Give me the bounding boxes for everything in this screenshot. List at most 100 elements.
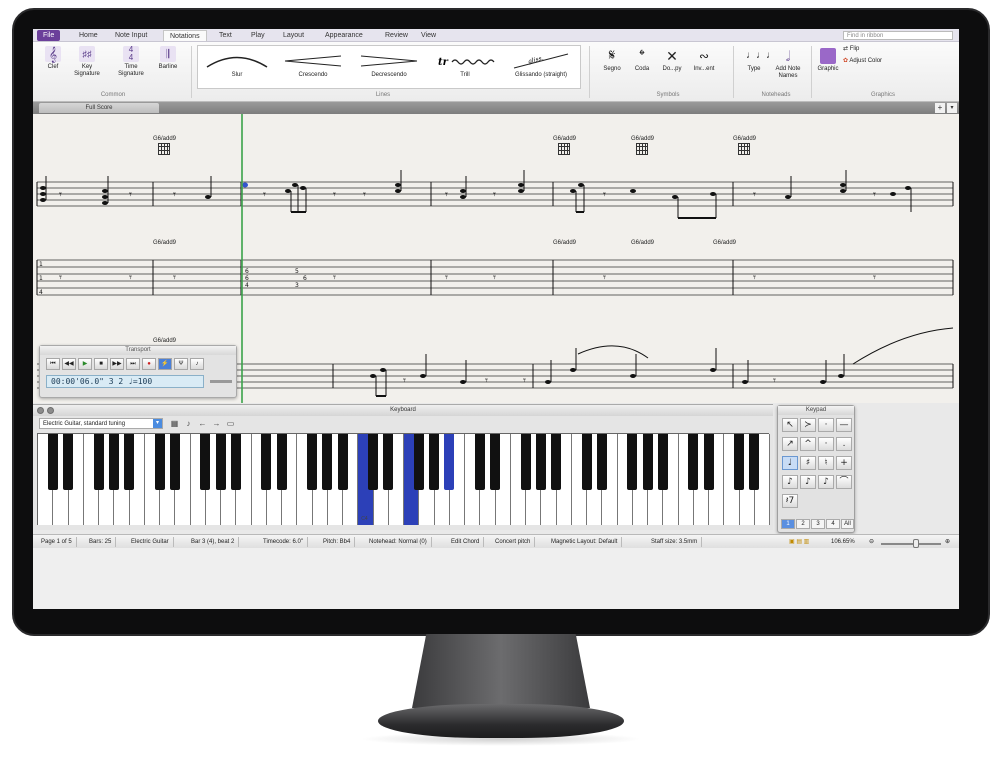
keypad-key[interactable]: + <box>836 456 852 470</box>
metronome-button[interactable]: ♪ <box>190 358 204 370</box>
keypad-key[interactable]: ♪ <box>818 475 834 489</box>
status-concert-pitch[interactable]: Concert pitch <box>491 537 536 547</box>
piano-black-key[interactable] <box>261 434 272 490</box>
live-playback-button[interactable]: ⚡ <box>158 358 172 370</box>
status-magnetic-layout[interactable]: Magnetic Layout: Default <box>547 537 623 547</box>
tab-play[interactable]: Play <box>245 30 271 41</box>
keypad-key[interactable]: . <box>836 437 852 451</box>
tab-review[interactable]: Review <box>379 30 414 41</box>
status-edit-chord[interactable]: Edit Chord <box>447 537 485 547</box>
folder-icon[interactable]: ▭ <box>225 418 236 429</box>
keypad-key[interactable]: 𝄽7 <box>782 494 798 508</box>
time-signature-button[interactable]: 44 Time Signature <box>113 46 149 78</box>
keypad-key[interactable]: · <box>818 437 834 451</box>
key-signature-button[interactable]: ♯♯ Key Signature <box>69 46 105 78</box>
chord-symbol[interactable]: G6/add9 <box>553 240 576 246</box>
piano-black-key[interactable] <box>215 434 226 490</box>
keyboard-grid-icon[interactable]: ▦ <box>169 418 180 429</box>
tab-layout[interactable]: Layout <box>277 30 310 41</box>
chord-symbol[interactable]: G6/add9 <box>631 240 654 246</box>
piano-black-key[interactable] <box>276 434 287 490</box>
piano-black-key[interactable] <box>490 434 501 490</box>
keypad-key[interactable]: ♮ <box>818 456 834 470</box>
piano-black-key[interactable] <box>627 434 638 490</box>
close-window-icon[interactable] <box>37 407 44 414</box>
add-note-names-button[interactable]: 𝅗𝅥 Add Note Names <box>771 48 805 80</box>
keypad-key[interactable]: · <box>818 418 834 432</box>
tab-notations[interactable]: Notations <box>163 30 207 41</box>
fast-forward-button[interactable]: ▶▶ <box>110 358 124 370</box>
find-in-ribbon-input[interactable]: Find in ribbon <box>843 31 953 40</box>
minimize-window-icon[interactable] <box>47 407 54 414</box>
chord-diagram[interactable]: G6/add9 <box>153 136 176 155</box>
zoom-slider[interactable] <box>881 543 941 545</box>
graphic-button[interactable]: Graphic <box>815 48 841 73</box>
piano-black-key[interactable] <box>551 434 562 490</box>
tab-appearance[interactable]: Appearance <box>319 30 369 41</box>
do-py-button[interactable]: ✕ Do...py <box>657 48 687 73</box>
keypad-layout-2-tab[interactable]: 2 <box>796 519 810 529</box>
tab-full-score[interactable]: Full Score <box>39 103 159 113</box>
chord-symbol[interactable]: G6/add9 <box>153 240 176 246</box>
piano-black-key[interactable] <box>63 434 74 490</box>
keypad-layout-4-tab[interactable]: 4 <box>826 519 840 529</box>
piano-keyboard[interactable]: C4 <box>37 433 770 525</box>
piano-black-key[interactable] <box>47 434 58 490</box>
piano-black-key[interactable] <box>581 434 592 490</box>
piano-black-key[interactable] <box>307 434 318 490</box>
piano-black-key[interactable] <box>322 434 333 490</box>
piano-black-key[interactable] <box>108 434 119 490</box>
stop-button[interactable]: ■ <box>94 358 108 370</box>
piano-black-key[interactable] <box>688 434 699 490</box>
coda-button[interactable]: 𝄌 Coda <box>629 48 655 73</box>
keypad-layout-3-tab[interactable]: 3 <box>811 519 825 529</box>
flip-button[interactable]: ⇄ Flip <box>843 46 883 53</box>
tab-file[interactable]: File <box>37 30 61 41</box>
playback-line[interactable] <box>241 114 243 403</box>
segno-button[interactable]: 𝄋 Segno <box>599 48 625 73</box>
chord-diagram[interactable]: G6/add9 <box>733 136 756 155</box>
clef-button[interactable]: 𝄞 Clef <box>39 46 67 71</box>
piano-black-key[interactable] <box>93 434 104 490</box>
chord-diagram[interactable]: G6/add9 <box>553 136 576 155</box>
tab-note-input[interactable]: Note Input <box>109 30 153 41</box>
decrescendo-button[interactable]: Decrescendo <box>352 48 426 88</box>
keypad-key[interactable]: ≻ <box>800 418 816 432</box>
keypad-key[interactable]: ↗ <box>782 437 798 451</box>
tab-menu-button[interactable]: ▾ <box>947 103 957 113</box>
piano-black-key[interactable] <box>124 434 135 490</box>
keypad-layout-all-tab[interactable]: All <box>841 519 854 529</box>
inverted-turn-button[interactable]: ∾ Inv...ent <box>689 48 719 73</box>
arrow-left-icon[interactable]: ← <box>197 418 208 429</box>
keypad-key[interactable]: — <box>836 418 852 432</box>
piano-black-key[interactable] <box>734 434 745 490</box>
piano-black-key[interactable] <box>642 434 653 490</box>
keypad-key[interactable]: ♯ <box>800 456 816 470</box>
crescendo-button[interactable]: Crescendo <box>276 48 350 88</box>
tab-view[interactable]: View <box>415 30 442 41</box>
go-to-end-button[interactable]: ⏭ <box>126 358 140 370</box>
keypad-layout-1-tab[interactable]: 1 <box>781 519 795 529</box>
piano-black-key[interactable] <box>368 434 379 490</box>
piano-black-key[interactable] <box>383 434 394 490</box>
score-view[interactable]: 𝄾 𝄾 𝄾 𝄾 𝄾 𝄾 𝄾 𝄾 𝄾 𝄾 𝄾 𝄾 𝄾 𝄾 𝄾 𝄾 𝄾 𝄾 𝄾 𝄾 𝄾 𝄾 𝄾 𝄾 G6/add9 G6/ad… <box>33 114 959 403</box>
piano-black-key[interactable] <box>703 434 714 490</box>
piano-black-key[interactable] <box>169 434 180 490</box>
add-tab-button[interactable]: + <box>935 103 945 113</box>
chord-diagram[interactable]: G6/add9 <box>631 136 654 155</box>
piano-black-key[interactable] <box>596 434 607 490</box>
rewind-button[interactable]: ◀◀ <box>62 358 76 370</box>
chord-symbol[interactable]: G6/add9 <box>713 240 736 246</box>
rewind-start-button[interactable]: ⏮ <box>46 358 60 370</box>
play-button[interactable]: ▶ <box>78 358 92 370</box>
keypad-key[interactable]: ↖ <box>782 418 798 432</box>
keypad-key[interactable]: ♪ <box>782 475 798 489</box>
piano-black-key[interactable] <box>444 434 455 490</box>
chord-symbol[interactable]: G6/add9 <box>153 338 176 344</box>
piano-black-key[interactable] <box>200 434 211 490</box>
keypad-key[interactable]: ♩ <box>782 456 798 470</box>
glissando-button[interactable]: gliss. Glissando (straight) <box>504 48 578 88</box>
tab-home[interactable]: Home <box>73 30 104 41</box>
zoom-out-icon[interactable]: ⊖ <box>869 537 874 547</box>
piano-black-key[interactable] <box>429 434 440 490</box>
